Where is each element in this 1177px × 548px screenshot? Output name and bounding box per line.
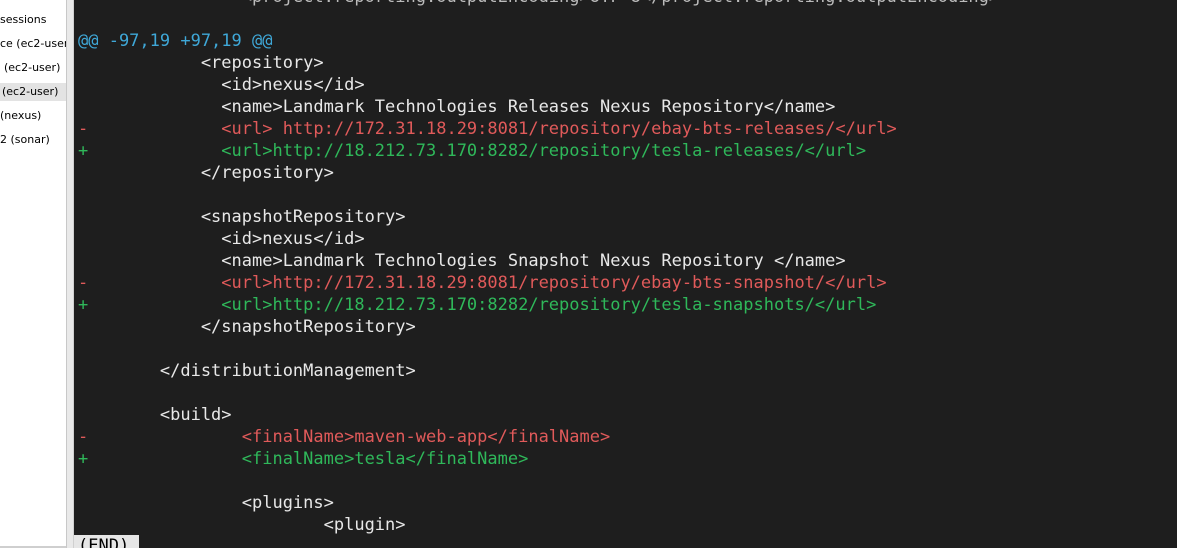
terminal-line-default: <plugin>	[78, 515, 406, 535]
terminal-line-default: <id>nexus</id>	[78, 75, 365, 95]
sidebar-item-session[interactable]: 2 (sonar)	[0, 131, 50, 149]
sidebar-item-session[interactable]: ce (ec2-user)	[0, 35, 66, 53]
sidebar-splitter[interactable]	[67, 0, 74, 548]
terminal-line-default: </repository>	[78, 163, 334, 183]
terminal-line-default: </snapshotRepository>	[78, 317, 416, 337]
terminal-line-default: <id>nexus</id>	[78, 229, 365, 249]
terminal-line-default: <build>	[78, 405, 232, 425]
terminal-line-dim: <project.reporting.outputEncoding>UTF-8<…	[78, 0, 999, 8]
sidebar-item-session[interactable]: (ec2-user)	[0, 59, 60, 77]
sidebar-item-sessions[interactable]: sessions	[0, 11, 46, 29]
terminal-line-default: <name>Landmark Technologies Snapshot Nex…	[78, 251, 846, 271]
sidebar-item-session[interactable]: (nexus)	[0, 107, 41, 125]
terminal-line-default: <plugins>	[78, 493, 334, 513]
terminal-line-added: + <finalName>tesla</finalName>	[78, 449, 529, 469]
terminal-line-hunk: @@ -97,19 +97,19 @@	[78, 31, 273, 51]
terminal-line-added: + <url>http://18.212.73.170:8282/reposit…	[78, 295, 877, 315]
session-sidebar: sessions ce (ec2-user) (ec2-user) (ec2-u…	[0, 0, 67, 548]
terminal-line-added: + <url>http://18.212.73.170:8282/reposit…	[78, 141, 867, 161]
terminal-line-removed: - <url> http://172.31.18.29:8081/reposit…	[78, 119, 897, 139]
pager-end-indicator: (END)	[74, 535, 140, 548]
terminal-line-default: <name>Landmark Technologies Releases Nex…	[78, 97, 836, 117]
ssh-client-window: sessions ce (ec2-user) (ec2-user) (ec2-u…	[0, 0, 1177, 548]
terminal-line-default: <snapshotRepository>	[78, 207, 406, 227]
terminal-line-default: <repository>	[78, 53, 324, 73]
terminal-line-removed: - <url>http://172.31.18.29:8081/reposito…	[78, 273, 887, 293]
terminal-pane[interactable]: <project.reporting.outputEncoding>UTF-8<…	[74, 0, 1177, 548]
terminal-line-removed: - <finalName>maven-web-app</finalName>	[78, 427, 611, 447]
sidebar-item-session-selected[interactable]: (ec2-user)	[0, 83, 66, 101]
terminal-line-default: </distributionManagement>	[78, 361, 416, 381]
